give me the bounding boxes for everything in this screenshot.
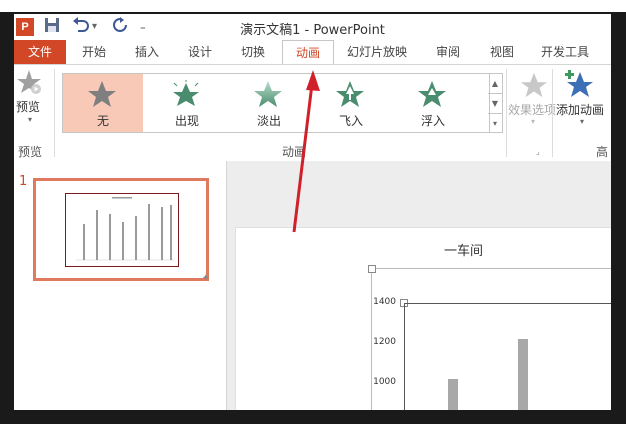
frame-right [611, 12, 626, 424]
frame-bottom [0, 410, 626, 424]
powerpoint-window: P ▾ ₌ 演示文稿1 - PowerPoint 文件 开始 插入 设计 切换 … [14, 14, 611, 410]
annotation-arrow [292, 70, 320, 233]
frame-left [0, 12, 14, 424]
